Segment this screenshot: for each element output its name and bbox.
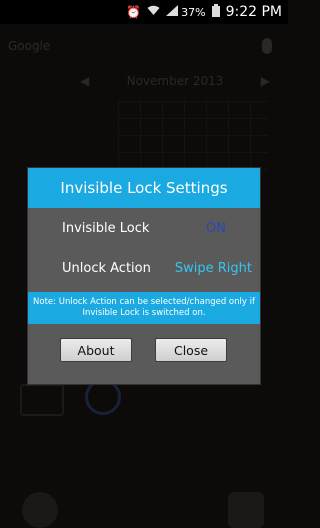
chevron-right-icon: ▶	[260, 74, 270, 88]
unlock-action-label: Unlock Action	[62, 260, 151, 276]
unlock-action-value[interactable]: Swipe Right	[175, 261, 252, 276]
note-text: Note: Unlock Action can be selected/chan…	[28, 292, 260, 324]
dialog-title: Invisible Lock Settings	[28, 168, 260, 208]
battery-percent: 37%	[181, 5, 206, 19]
signal-icon	[166, 5, 179, 19]
dock-phone-icon	[22, 492, 58, 528]
invisible-lock-label: Invisible Lock	[62, 220, 150, 236]
invisible-lock-toggle[interactable]: ON	[206, 221, 226, 236]
mic-icon	[262, 38, 272, 54]
battery-icon	[211, 4, 220, 20]
dock-apps-icon	[228, 492, 264, 528]
unlock-action-row[interactable]: Unlock Action Swipe Right	[28, 248, 260, 288]
chevron-left-icon: ◀	[80, 74, 90, 88]
calendar-grid	[118, 100, 268, 170]
calendar-month: November 2013	[126, 74, 224, 88]
alarm-icon: ⏰	[126, 5, 142, 19]
search-label: Google	[8, 39, 51, 53]
app-icon	[85, 379, 121, 415]
invisible-lock-row[interactable]: Invisible Lock ON	[28, 208, 260, 248]
email-app-icon	[20, 384, 64, 416]
status-clock: 9:22 PM	[225, 4, 282, 20]
about-button[interactable]: About	[60, 338, 132, 362]
close-button[interactable]: Close	[155, 338, 227, 362]
wifi-icon	[147, 5, 160, 19]
calendar-header: ◀ November 2013 ▶	[80, 74, 270, 88]
status-bar: ⏰ 37% 9:22 PM	[0, 0, 288, 24]
search-widget: Google	[8, 32, 280, 60]
settings-dialog: Invisible Lock Settings Invisible Lock O…	[28, 168, 260, 384]
